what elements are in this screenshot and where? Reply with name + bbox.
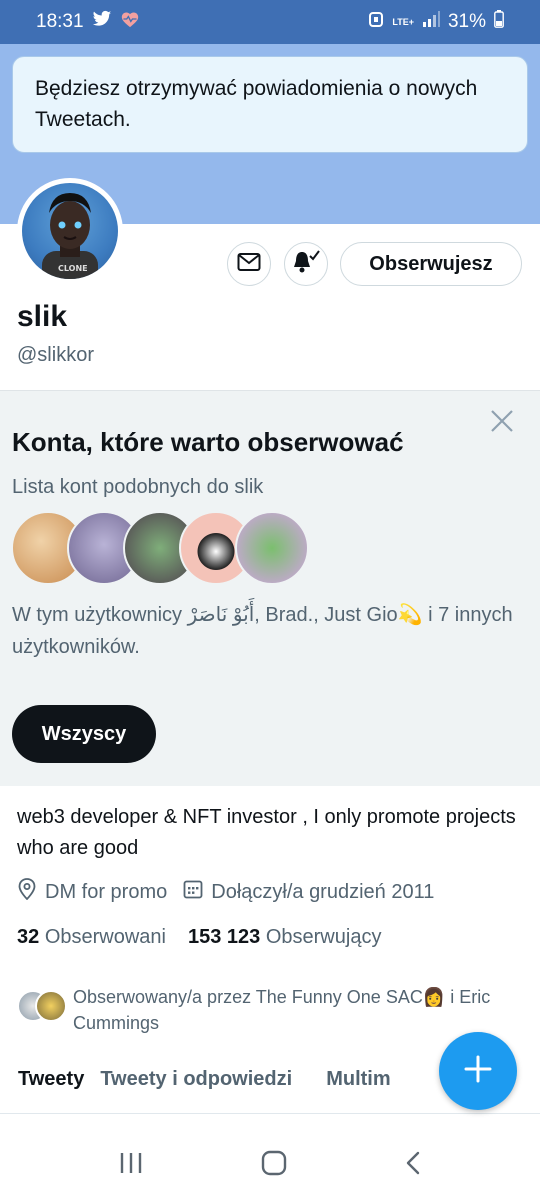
plus-icon [463,1054,493,1089]
followed-by-avatars [17,990,69,1026]
network-type-label: LTE+ [392,16,414,27]
battery-percent: 31% [447,11,486,32]
location-text: DM for promo [45,880,168,903]
joined-text: Dołączył/a grudzień 2011 [211,880,435,903]
toast-message: Będziesz otrzymywać powiadomienia o nowy… [35,77,478,131]
calendar-icon [183,879,203,905]
avatar-image: CLONE [22,183,118,279]
location-pin-icon [17,878,37,906]
followers-label: Obserwujący [265,926,382,948]
battery-icon [494,10,504,34]
signal-icon [422,11,440,33]
following-link[interactable]: 32 Obserwowani [17,926,166,949]
suggested-avatar-5[interactable] [235,511,309,585]
view-all-button[interactable]: Wszyscy [12,705,156,763]
profile-meta: DM for promo Dołączył/a grudzień 2011 [17,878,450,906]
profile-bio: web3 developer & NFT investor , I only p… [17,806,516,859]
joined-item: Dołączył/a grudzień 2011 [183,879,434,905]
system-navigation-bar [0,1130,540,1200]
recents-icon[interactable] [119,1152,143,1179]
profile-avatar[interactable]: CLONE [17,178,123,284]
location-item: DM for promo [17,878,167,906]
suggestions-includes-text: W tym użytkownicy أَبُوْ نَاصَرْ, Brad.,… [12,604,513,658]
compose-tweet-button[interactable] [439,1032,517,1110]
status-bar: 18:31 LTE+ 31% [0,0,540,44]
heart-pulse-icon [120,10,140,34]
close-icon[interactable] [490,409,514,438]
tab-media[interactable]: Multim [326,1052,390,1113]
notification-toast: Będziesz otrzymywać powiadomienia o nowy… [12,56,528,153]
envelope-icon [237,252,261,277]
suggested-avatars[interactable] [11,511,311,587]
alarm-icon [368,10,384,34]
following-button[interactable]: Obserwujesz [340,242,522,286]
follower-avatar-2 [35,990,67,1022]
svg-text:CLONE: CLONE [58,264,88,273]
suggestions-title: Konta, które warto obserwować [12,427,404,457]
tab-tweets[interactable]: Tweety [18,1052,85,1138]
message-button[interactable] [227,242,271,286]
suggested-accounts-panel: Konta, które warto obserwować Lista kont… [0,390,540,786]
follow-counts: 32 Obserwowani 153 123 Obserwujący [17,926,381,949]
followed-by-text: Obserwowany/a przez The Funny One SAC👩 i… [73,987,491,1033]
twitter-bird-icon [92,10,112,34]
profile-handle: @slikkor [17,344,94,366]
back-icon[interactable] [405,1151,421,1180]
home-icon[interactable] [261,1150,287,1181]
notifications-button[interactable] [284,242,328,286]
followed-by[interactable]: Obserwowany/a przez The Funny One SAC👩 i… [17,984,517,1036]
tab-tweets-and-replies[interactable]: Tweety i odpowiedzi [100,1052,292,1113]
suggestions-subtitle: Lista kont podobnych do slik [12,476,264,498]
profile-name: slik [17,300,68,333]
status-time: 18:31 [36,11,84,32]
following-label: Obserwowani [44,926,166,948]
following-count: 32 [17,926,40,948]
followers-count: 153 123 [187,926,261,948]
followers-link[interactable]: 153 123 Obserwujący [188,926,381,949]
bell-check-icon [292,249,320,280]
